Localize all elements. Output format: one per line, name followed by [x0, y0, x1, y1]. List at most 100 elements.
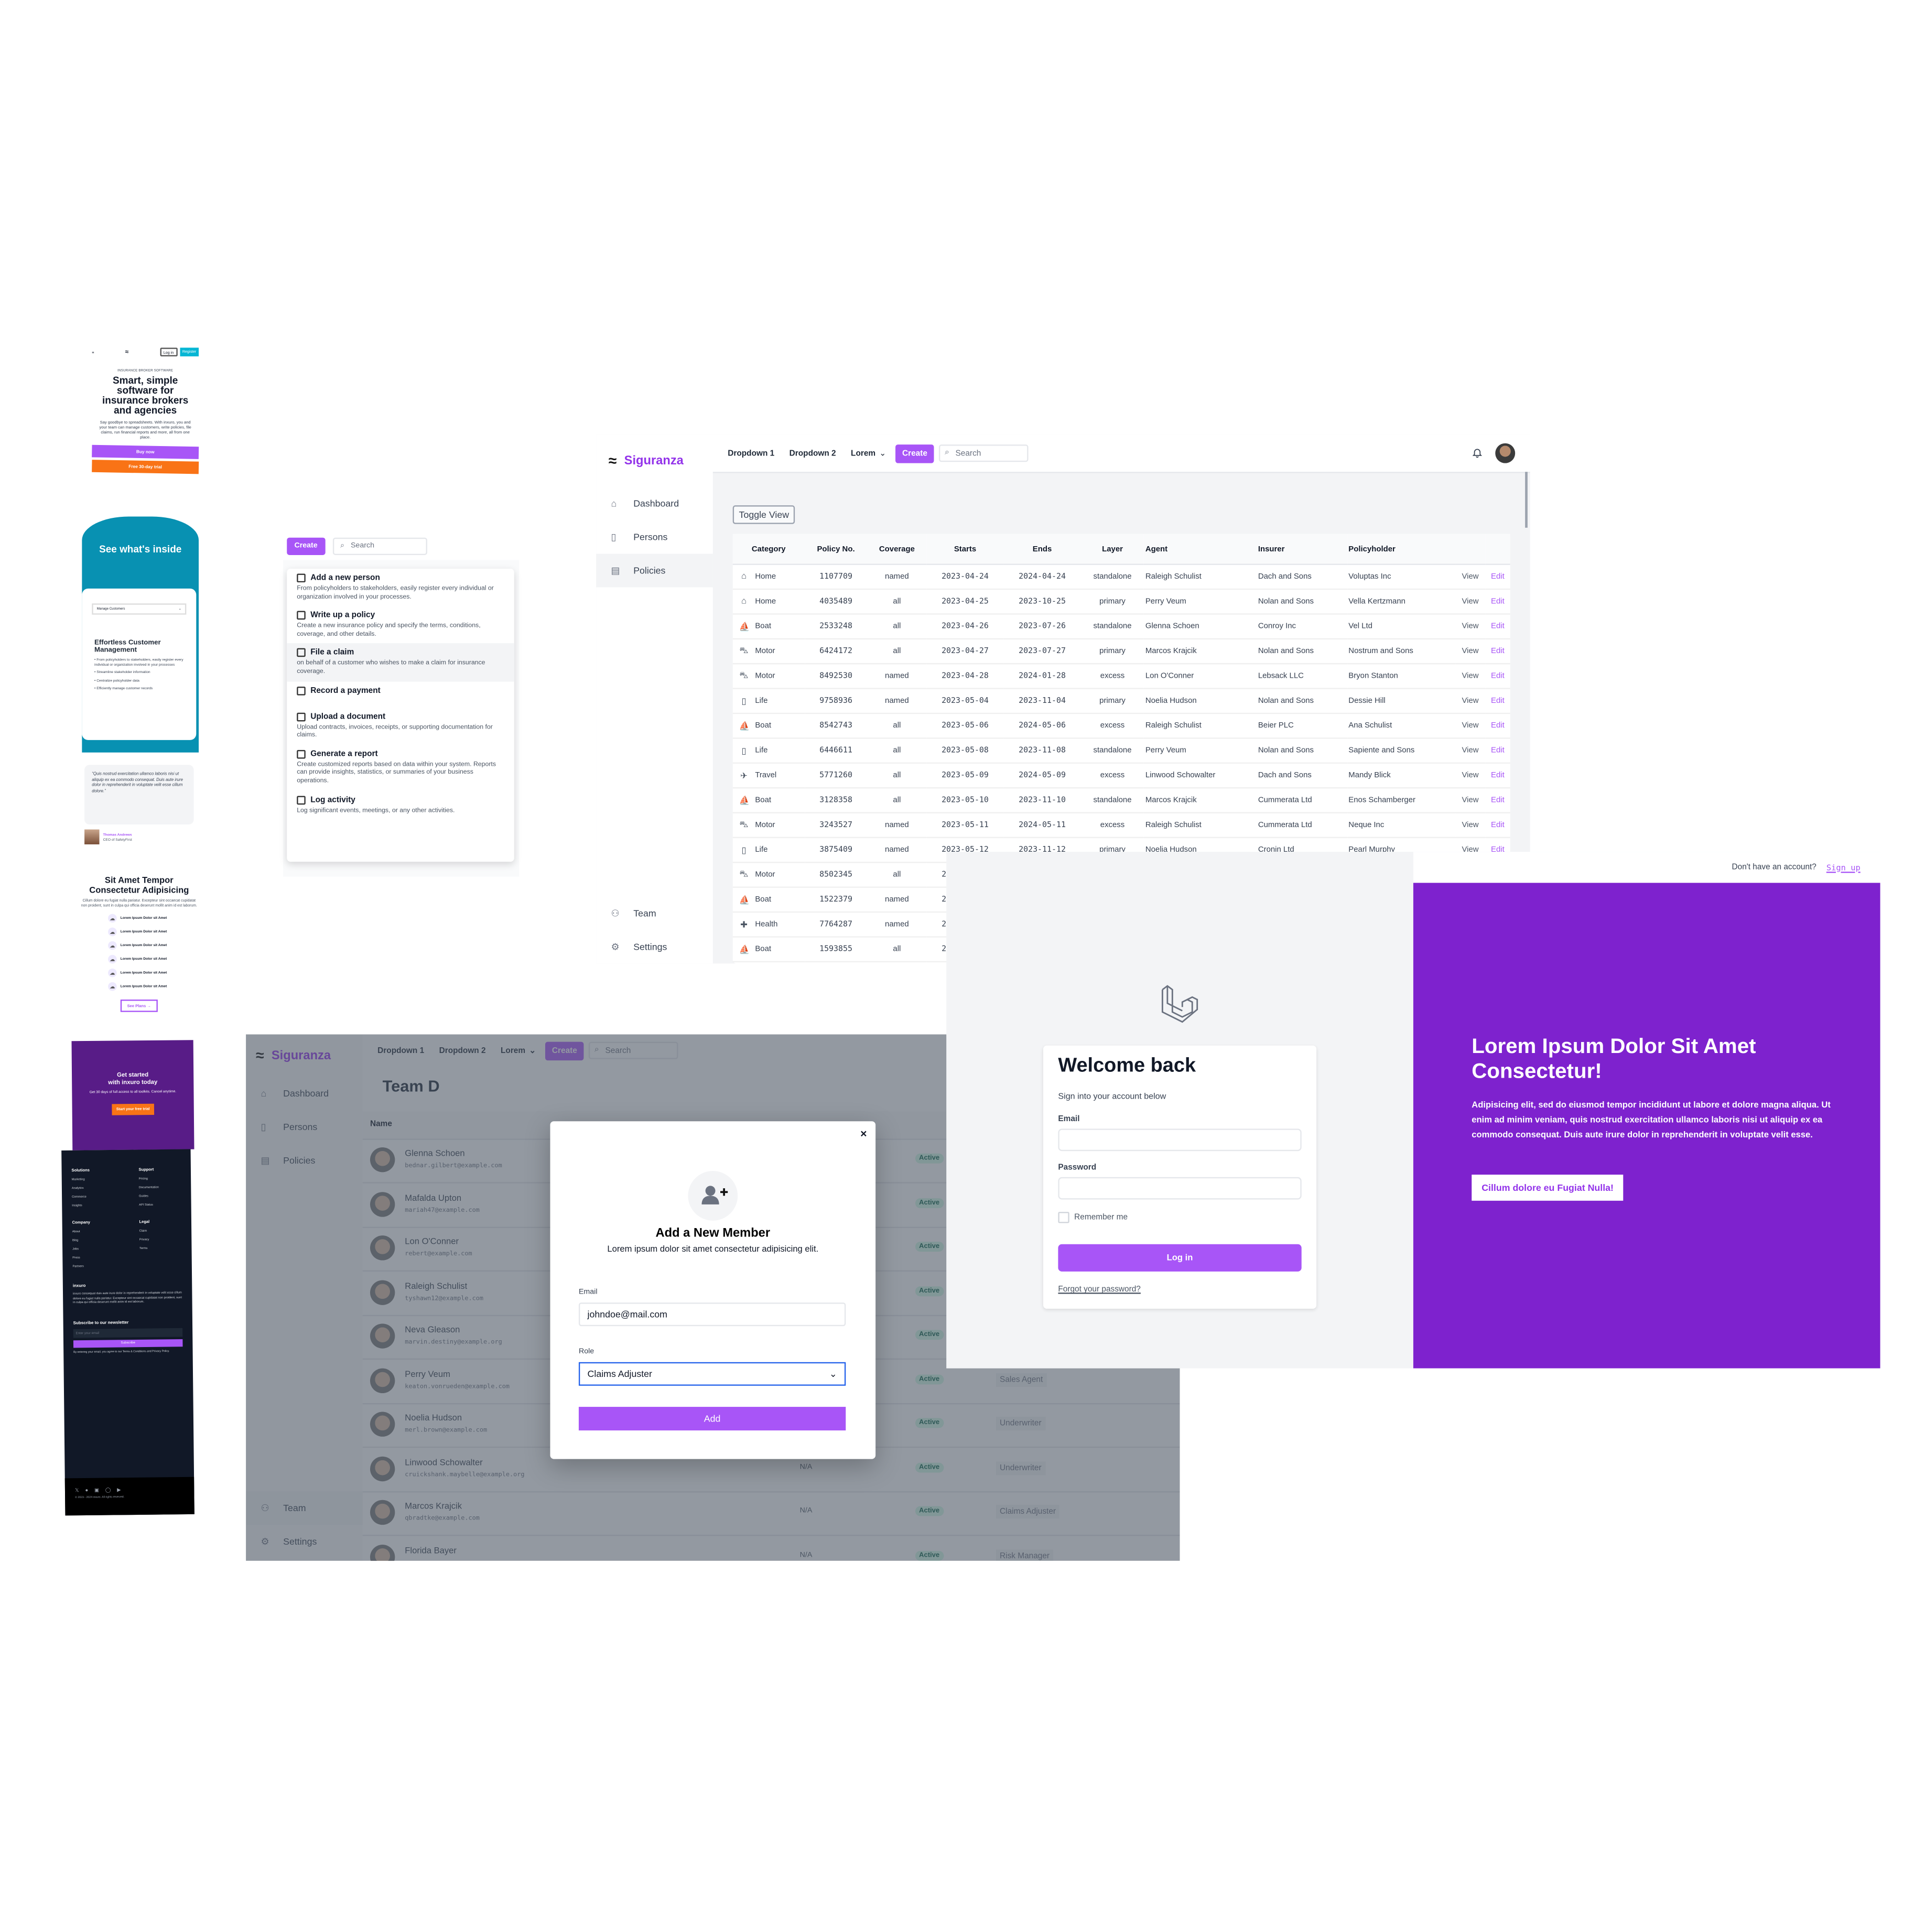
- footer-link[interactable]: Guides: [139, 1194, 189, 1198]
- create-menu-item[interactable]: Generate a report Create customized repor…: [287, 745, 514, 790]
- column-header[interactable]: Layer: [1080, 534, 1144, 565]
- footer-link[interactable]: Claim: [139, 1229, 189, 1233]
- sidebar-item-policies[interactable]: ▤ Policies: [596, 553, 713, 588]
- start-trial-button[interactable]: Start your free trial: [111, 1103, 155, 1115]
- create-menu-item[interactable]: Record a payment: [287, 681, 514, 708]
- column-header[interactable]: Policy No.: [804, 534, 868, 565]
- footer-link[interactable]: Privacy: [139, 1238, 189, 1241]
- edit-link[interactable]: Edit: [1485, 664, 1510, 689]
- view-link[interactable]: View: [1455, 713, 1486, 739]
- remember-me[interactable]: Remember me: [1058, 1212, 1128, 1223]
- footer-link[interactable]: Jobs: [72, 1247, 122, 1251]
- table-row[interactable]: ▯ Life 6446611 all 2023-05-08 2023-11-08 stand…: [732, 738, 1510, 764]
- brand-logo[interactable]: ≈ Siguranza: [596, 435, 713, 486]
- youtube-icon[interactable]: ▶: [117, 1486, 121, 1493]
- footer-link[interactable]: Analytics: [72, 1186, 122, 1190]
- view-link[interactable]: View: [1455, 664, 1486, 689]
- sidebar-item-dashboard[interactable]: ⌂ Dashboard: [596, 487, 713, 520]
- edit-link[interactable]: Edit: [1485, 564, 1510, 590]
- table-row[interactable]: ⌂ Home 4035489 all 2023-04-25 2023-10-25 prima…: [732, 589, 1510, 615]
- create-menu-item[interactable]: Upload a document Upload contracts, invoi…: [287, 707, 514, 745]
- close-icon[interactable]: ×: [860, 1127, 867, 1140]
- edit-link[interactable]: Edit: [1485, 763, 1510, 789]
- sidebar-item-persons[interactable]: ▯ Persons: [596, 520, 713, 554]
- table-row[interactable]: ⛍ Motor 3243527 named 2023-05-11 2024-05-11 ex…: [732, 812, 1510, 839]
- create-menu-item[interactable]: Write up a policy Create a new insurance …: [287, 606, 514, 644]
- footer-link[interactable]: Pricing: [139, 1177, 189, 1180]
- buy-now-button[interactable]: Buy now: [92, 444, 199, 459]
- column-header[interactable]: Policyholder: [1347, 534, 1455, 565]
- footer-link[interactable]: About: [72, 1229, 122, 1233]
- newsletter-email-input[interactable]: Enter your email: [73, 1328, 183, 1338]
- x-icon[interactable]: 𝕏: [75, 1487, 79, 1493]
- edit-link[interactable]: Edit: [1485, 812, 1510, 839]
- view-link[interactable]: View: [1455, 812, 1486, 839]
- table-row[interactable]: ▯ Life 9758936 named 2023-05-04 2023-11-04 pri…: [732, 688, 1510, 714]
- edit-link[interactable]: Edit: [1485, 638, 1510, 665]
- column-header[interactable]: Category: [732, 534, 805, 565]
- search-input[interactable]: ⌕ Search: [332, 537, 427, 555]
- bell-icon[interactable]: [1472, 447, 1483, 458]
- column-header[interactable]: Ends: [1003, 534, 1081, 565]
- column-header[interactable]: Agent: [1144, 534, 1257, 565]
- footer-link[interactable]: Documentation: [139, 1185, 189, 1190]
- create-menu-item[interactable]: File a claim on behalf of a customer who …: [287, 644, 514, 681]
- register-button[interactable]: Register: [180, 348, 199, 356]
- edit-link[interactable]: Edit: [1485, 688, 1510, 714]
- feature-select[interactable]: Manage Customers ⌄: [92, 603, 187, 615]
- table-row[interactable]: ⛵ Boat 3128358 all 2023-05-10 2023-11-10 stand…: [732, 788, 1510, 813]
- edit-link[interactable]: Edit: [1485, 614, 1510, 640]
- table-row[interactable]: ⛵ Boat 8542743 all 2023-05-06 2024-05-06 exces…: [732, 713, 1510, 739]
- footer-link[interactable]: API Status: [139, 1202, 189, 1207]
- email-field[interactable]: [1058, 1128, 1302, 1152]
- footer-link[interactable]: Blog: [72, 1238, 122, 1242]
- view-link[interactable]: View: [1455, 738, 1486, 764]
- create-menu-item[interactable]: Add a new person From policyholders to st…: [287, 569, 514, 606]
- view-link[interactable]: View: [1455, 638, 1486, 665]
- login-button[interactable]: Log in: [159, 348, 178, 356]
- subscribe-button[interactable]: Subscribe: [73, 1339, 183, 1348]
- remember-me-checkbox[interactable]: [1058, 1212, 1069, 1223]
- table-row[interactable]: ⛍ Motor 6424172 all 2023-04-27 2023-07-27 prim…: [732, 638, 1510, 665]
- facebook-icon[interactable]: ●: [85, 1487, 88, 1493]
- view-link[interactable]: View: [1455, 614, 1486, 640]
- free-trial-button[interactable]: Free 30-day trial: [92, 460, 199, 474]
- create-button[interactable]: Create: [896, 443, 934, 463]
- footer-link[interactable]: Marketing: [72, 1177, 122, 1181]
- footer-link[interactable]: Partners: [72, 1264, 122, 1268]
- github-icon[interactable]: ◯: [105, 1486, 111, 1493]
- password-field[interactable]: [1058, 1177, 1302, 1200]
- view-link[interactable]: View: [1455, 589, 1486, 615]
- view-link[interactable]: View: [1455, 763, 1486, 789]
- nav-lorem[interactable]: Lorem⌄: [851, 448, 886, 458]
- footer-link[interactable]: Insights: [72, 1203, 122, 1207]
- role-select[interactable]: Claims Adjuster ⌄: [578, 1362, 846, 1386]
- table-row[interactable]: ⌂ Home 1107709 named 2023-04-24 2024-04-24 sta…: [732, 564, 1510, 590]
- nav-dropdown-2[interactable]: Dropdown 2: [790, 449, 836, 458]
- view-link[interactable]: View: [1455, 688, 1486, 714]
- see-plans-button[interactable]: See Plans →: [121, 999, 157, 1012]
- promo-button[interactable]: Cillum dolore eu Fugiat Nulla!: [1472, 1175, 1624, 1201]
- footer-link[interactable]: Commerce: [72, 1195, 122, 1199]
- edit-link[interactable]: Edit: [1485, 713, 1510, 739]
- sidebar-item-team[interactable]: ⚇ Team: [596, 896, 713, 930]
- scrollbar[interactable]: [1525, 472, 1528, 528]
- edit-link[interactable]: Edit: [1485, 788, 1510, 813]
- column-header[interactable]: Coverage: [867, 534, 927, 565]
- view-link[interactable]: View: [1455, 564, 1486, 590]
- forgot-password-link[interactable]: Forgot your password?: [1058, 1285, 1141, 1294]
- hamburger-menu-icon[interactable]: ≡: [92, 350, 94, 354]
- linkedin-icon[interactable]: ▣: [94, 1486, 99, 1493]
- toggle-view-button[interactable]: Toggle View: [732, 505, 795, 524]
- table-row[interactable]: ⛵ Boat 2533248 all 2023-04-26 2023-07-26 stand…: [732, 614, 1510, 640]
- email-field[interactable]: johndoe@mail.com: [578, 1303, 846, 1327]
- column-header[interactable]: Insurer: [1257, 534, 1347, 565]
- user-avatar[interactable]: [1495, 443, 1516, 463]
- view-link[interactable]: View: [1455, 788, 1486, 813]
- create-menu-item[interactable]: Log activity Log significant events, meet…: [287, 790, 514, 820]
- search-input[interactable]: ⌕ Search: [938, 444, 1028, 462]
- footer-link[interactable]: Terms: [139, 1246, 189, 1250]
- footer-link[interactable]: Press: [72, 1255, 122, 1260]
- column-header[interactable]: Starts: [926, 534, 1004, 565]
- sidebar-item-settings[interactable]: ⚙ Settings: [596, 930, 713, 963]
